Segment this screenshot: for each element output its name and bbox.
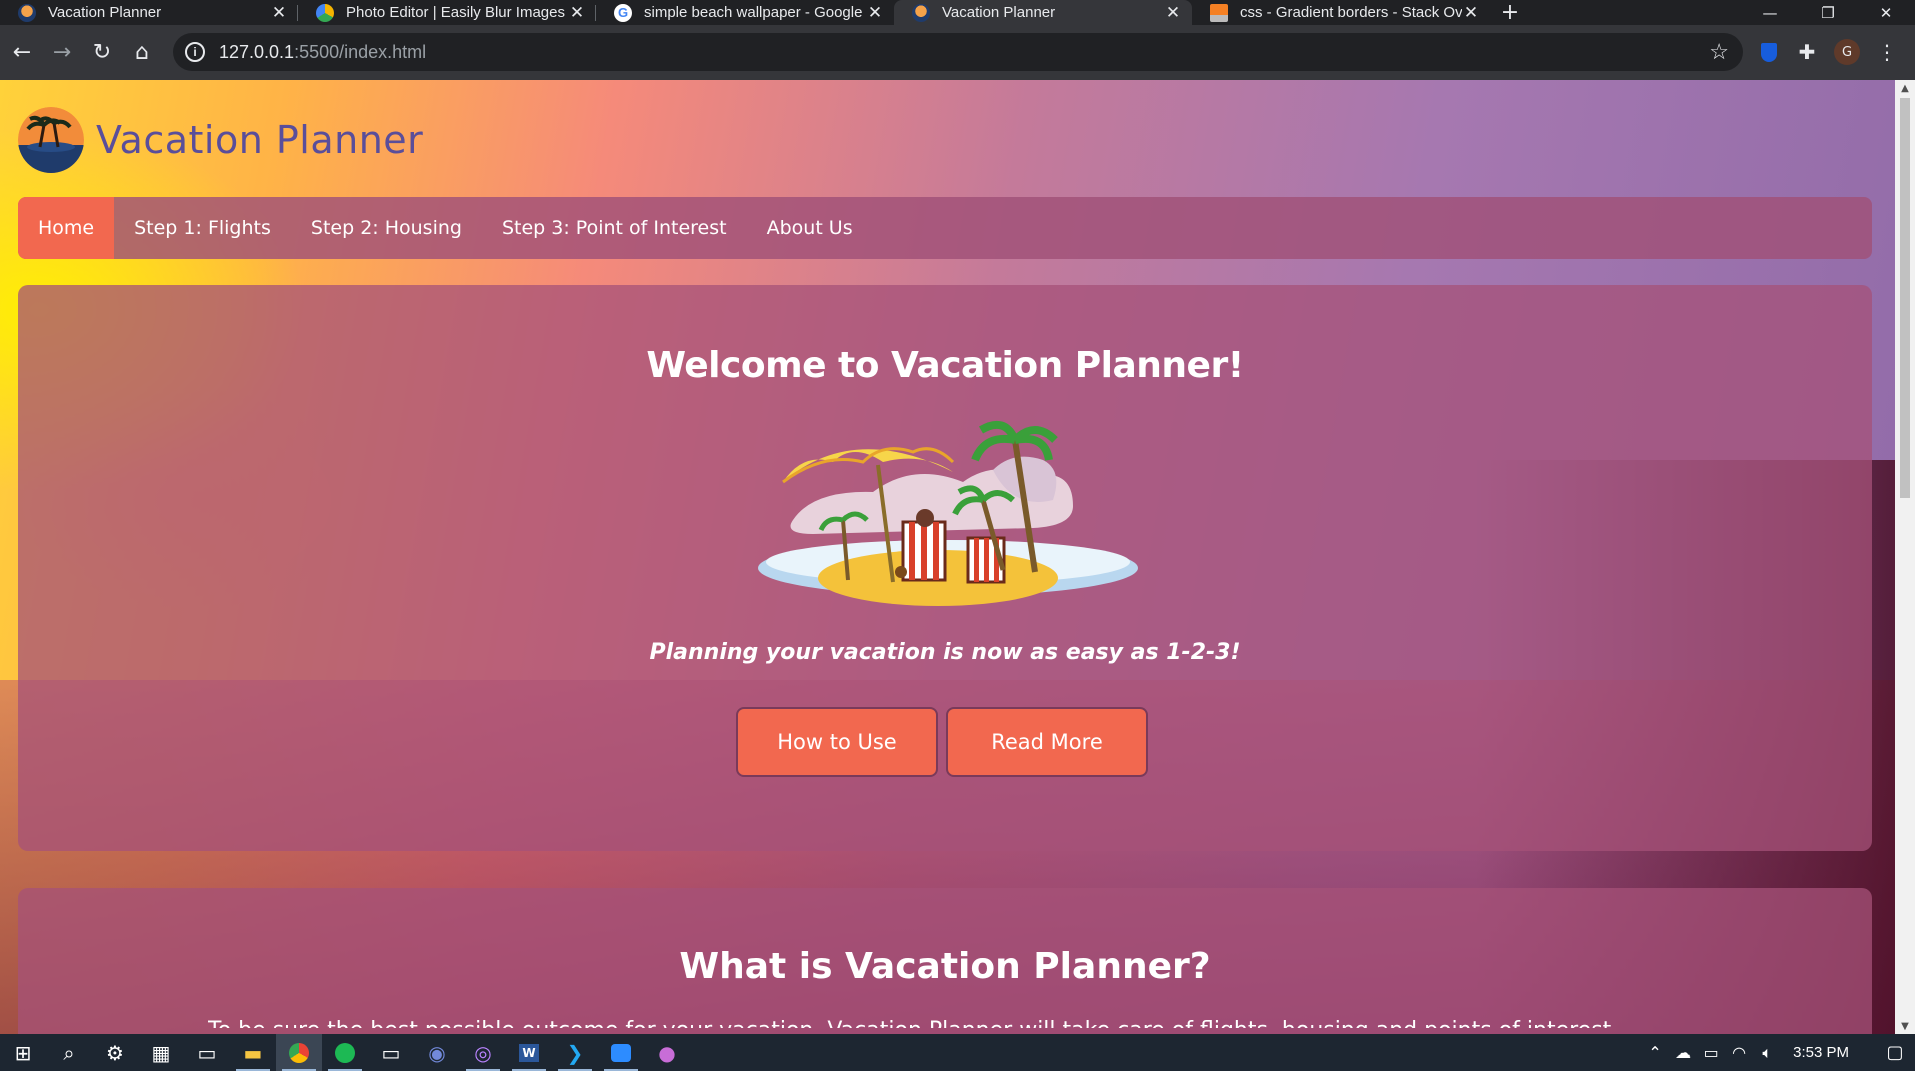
close-tab-icon[interactable]: ✕ (1164, 3, 1182, 23)
settings-gear-icon[interactable]: ⚙ (92, 1034, 138, 1071)
scroll-down-icon[interactable]: ▼ (1895, 1018, 1915, 1034)
close-tab-icon[interactable]: ✕ (270, 3, 288, 23)
browser-tab[interactable]: Photo Editor | Easily Blur Images ✕ (298, 0, 596, 25)
site-brand-title[interactable]: Vacation Planner (96, 118, 423, 162)
tab-title: Photo Editor | Easily Blur Images (346, 4, 565, 21)
address-bar[interactable]: i 127.0.0.1:5500/index.html ☆ (173, 33, 1743, 71)
scrollbar-thumb[interactable] (1900, 98, 1910, 498)
photos-icon[interactable]: ▭ (184, 1034, 230, 1071)
home-icon[interactable]: ⌂ (122, 33, 162, 73)
read-more-button[interactable]: Read More (946, 707, 1148, 777)
profile-avatar[interactable]: G (1834, 39, 1860, 65)
close-window-button[interactable]: ✕ (1857, 0, 1915, 25)
hero-button-group: How to Use Read More (736, 707, 1148, 777)
restore-button[interactable]: ❐ (1799, 0, 1857, 25)
close-tab-icon[interactable]: ✕ (866, 3, 884, 23)
vscode-icon[interactable]: ❯ (552, 1034, 598, 1071)
back-icon[interactable]: ← (2, 33, 42, 73)
discord-icon[interactable]: ◉ (414, 1034, 460, 1071)
how-to-use-button[interactable]: How to Use (736, 707, 938, 777)
new-tab-button[interactable]: + (1490, 0, 1530, 25)
taskbar-clock[interactable]: 3:53 PM (1781, 1044, 1875, 1061)
paint-drop-icon[interactable]: ● (644, 1034, 690, 1071)
photo-editor-favicon-icon (316, 3, 334, 22)
tab-title: simple beach wallpaper - Google (644, 4, 863, 21)
hero-title: Welcome to Vacation Planner! (646, 345, 1244, 386)
terminal-icon[interactable]: ▭ (368, 1034, 414, 1071)
page-scrollbar[interactable]: ▲ ▼ (1895, 80, 1915, 1034)
browser-tab[interactable]: Vacation Planner ✕ (0, 0, 298, 25)
nav-item-about-us[interactable]: About Us (747, 197, 873, 259)
messenger-icon[interactable]: ◎ (460, 1034, 506, 1071)
minimize-button[interactable]: — (1741, 0, 1799, 25)
forward-icon[interactable]: → (42, 33, 82, 73)
wifi-icon[interactable]: ◠ (1725, 1043, 1753, 1062)
profile-initial: G (1841, 44, 1853, 60)
section-intro-text: To be sure the best possible outcome for… (208, 1018, 1708, 1028)
about-panel: What is Vacation Planner? To be sure the… (18, 888, 1872, 1034)
reload-icon[interactable]: ↻ (82, 33, 122, 73)
word-icon[interactable]: W (506, 1034, 552, 1071)
nav-item-housing[interactable]: Step 2: Housing (291, 197, 482, 259)
tab-title: Vacation Planner (48, 4, 162, 21)
nav-item-points-of-interest[interactable]: Step 3: Point of Interest (482, 197, 747, 259)
calculator-icon[interactable]: ▦ (138, 1034, 184, 1071)
section-title: What is Vacation Planner? (679, 946, 1211, 987)
spotify-icon[interactable] (322, 1034, 368, 1071)
chrome-menu-icon[interactable]: ⋮ (1874, 39, 1900, 65)
system-tray: ⌃ ☁ ▭ ◠ 🔈︎ 3:53 PM ▢ (1641, 1034, 1915, 1071)
google-favicon-icon: G (614, 3, 632, 22)
tray-chevron-up-icon[interactable]: ⌃ (1641, 1043, 1669, 1062)
onedrive-cloud-icon[interactable]: ☁ (1669, 1043, 1697, 1062)
tab-title: Vacation Planner (942, 4, 1056, 21)
search-icon[interactable]: ⌕ (46, 1034, 92, 1071)
tab-title: css - Gradient borders - Stack Ov (1240, 4, 1462, 21)
hero-panel: Welcome to Vacation Planner! Planning yo… (18, 285, 1872, 851)
battery-icon[interactable]: ▭ (1697, 1043, 1725, 1062)
notification-center-icon[interactable]: ▢ (1875, 1042, 1915, 1063)
browser-toolbar: ← → ↻ ⌂ i 127.0.0.1:5500/index.html ☆ ✚ … (0, 25, 1915, 80)
site-info-icon[interactable]: i (185, 42, 205, 62)
nav-item-flights[interactable]: Step 1: Flights (114, 197, 291, 259)
start-windows-icon[interactable]: ⊞ (0, 1034, 46, 1071)
extensions-puzzle-icon[interactable]: ✚ (1794, 39, 1820, 65)
site-header: Vacation Planner (18, 107, 423, 173)
stackoverflow-favicon-icon (1210, 3, 1228, 22)
close-tab-icon[interactable]: ✕ (568, 3, 586, 23)
browser-tab[interactable]: G simple beach wallpaper - Google ✕ (596, 0, 894, 25)
url-host: 127.0.0.1 (219, 41, 295, 62)
browser-tab-strip: Vacation Planner ✕ Photo Editor | Easily… (0, 0, 1915, 25)
close-tab-icon[interactable]: ✕ (1462, 3, 1480, 23)
zoom-icon[interactable] (598, 1034, 644, 1071)
nav-item-home[interactable]: Home (18, 197, 115, 259)
windows-taskbar: ⊞ ⌕ ⚙ ▦ ▭ ▬ ▭ ◉ ◎ W ❯ ● ⌃ ☁ ▭ ◠ 🔈︎ 3:53 … (0, 1034, 1915, 1071)
island-logo-icon[interactable] (18, 107, 84, 173)
main-nav: Home Step 1: Flights Step 2: Housing Ste… (18, 197, 1872, 259)
bitwarden-extension-icon[interactable] (1756, 39, 1782, 65)
window-controls: — ❐ ✕ (1741, 0, 1915, 25)
hero-tagline: Planning your vacation is now as easy as… (649, 640, 1241, 665)
file-explorer-icon[interactable]: ▬ (230, 1034, 276, 1071)
bookmark-star-icon[interactable]: ☆ (1709, 39, 1729, 65)
browser-tab[interactable]: css - Gradient borders - Stack Ov ✕ (1192, 0, 1490, 25)
scroll-up-icon[interactable]: ▲ (1895, 80, 1915, 96)
vacation-favicon-icon (912, 3, 930, 22)
volume-icon[interactable]: 🔈︎ (1753, 1043, 1781, 1063)
url-path: :5500/index.html (294, 41, 427, 62)
chrome-icon[interactable] (276, 1034, 322, 1071)
beach-island-illustration (753, 410, 1143, 610)
vacation-favicon-icon (18, 3, 36, 22)
page-viewport: Vacation Planner Home Step 1: Flights St… (0, 80, 1895, 1034)
browser-tab-active[interactable]: Vacation Planner ✕ (894, 0, 1192, 25)
